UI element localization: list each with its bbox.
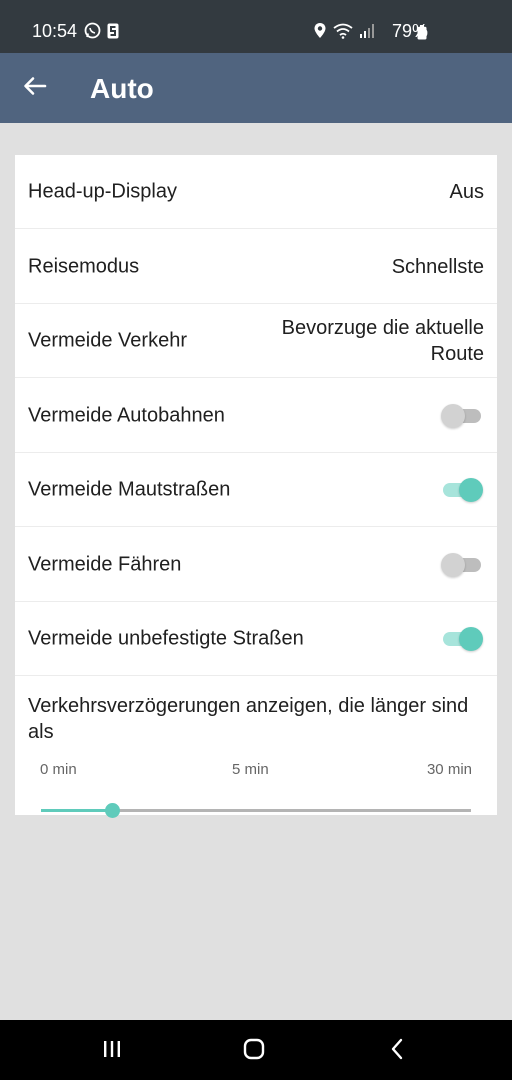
setting-head-up-display[interactable]: Head-up-Display Aus <box>15 155 497 229</box>
home-icon <box>243 1038 265 1065</box>
whatsapp-icon <box>84 22 101 44</box>
location-icon <box>313 22 327 44</box>
avoid-ferries-toggle[interactable] <box>441 552 483 578</box>
setting-travel-mode[interactable]: Reisemodus Schnellste <box>15 230 497 304</box>
setting-value: Aus <box>449 180 484 203</box>
back-icon <box>389 1038 405 1065</box>
avoid-unpaved-toggle[interactable] <box>441 626 483 652</box>
system-nav-bar <box>0 1020 512 1080</box>
avoid-tolls-toggle[interactable] <box>441 477 483 503</box>
toggle-thumb <box>441 552 465 577</box>
toggle-thumb <box>459 626 483 651</box>
wifi-icon <box>333 23 353 44</box>
setting-avoid-traffic[interactable]: Vermeide Verkehr Bevorzuge die aktuelle … <box>15 304 497 378</box>
home-button[interactable] <box>239 1036 269 1066</box>
battery-icon <box>417 25 427 45</box>
toggle-thumb <box>441 403 465 428</box>
signal-icon <box>359 23 375 44</box>
traffic-delay-slider[interactable] <box>41 803 471 818</box>
setting-avoid-ferries[interactable]: Vermeide Fähren <box>15 528 497 602</box>
system-back-button[interactable] <box>382 1036 412 1066</box>
toggle-thumb <box>459 477 483 502</box>
setting-avoid-highways[interactable]: Vermeide Autobahnen <box>15 379 497 453</box>
page-title: Auto <box>90 73 154 104</box>
setting-label: Vermeide Mautstraßen <box>28 478 231 500</box>
setting-value: Schnellste <box>391 255 484 278</box>
setting-value: Bevorzuge die aktuelle Route <box>281 316 484 365</box>
setting-label: Vermeide Fähren <box>28 553 182 575</box>
slider-tick-label: 0 min <box>40 761 77 778</box>
setting-label: Reisemodus <box>28 255 140 277</box>
back-button[interactable] <box>18 71 52 105</box>
status-time: 10:54 <box>32 21 78 41</box>
app-bar: Auto <box>0 53 512 123</box>
traffic-delay-setting: Verkehrsverzögerungen anzeigen, die läng… <box>15 677 497 818</box>
setting-label: Head-up-Display <box>28 180 177 202</box>
recent-apps-button[interactable] <box>97 1036 127 1066</box>
setting-label: Vermeide unbefestigte Straßen <box>28 627 304 649</box>
setting-avoid-tolls[interactable]: Vermeide Mautstraßen <box>15 453 497 527</box>
slider-tick-label: 5 min <box>232 761 269 778</box>
status-bar: 10:54 79% <box>0 0 512 53</box>
slider-fill <box>41 809 112 812</box>
slider-knob[interactable] <box>104 803 120 818</box>
settings-card: Head-up-Display Aus Reisemodus Schnellst… <box>15 155 497 818</box>
setting-label: Vermeide Verkehr <box>28 329 187 351</box>
recent-apps-icon <box>102 1039 122 1064</box>
traffic-delay-label: Verkehrsverzögerungen anzeigen, die läng… <box>28 695 469 743</box>
s-app-icon <box>107 23 119 44</box>
avoid-highways-toggle[interactable] <box>441 403 483 429</box>
slider-tick-label: 30 min <box>426 761 472 778</box>
setting-avoid-unpaved-roads[interactable]: Vermeide unbefestigte Straßen <box>15 602 497 676</box>
arrow-left-icon <box>23 76 47 101</box>
setting-label: Vermeide Autobahnen <box>28 404 225 426</box>
